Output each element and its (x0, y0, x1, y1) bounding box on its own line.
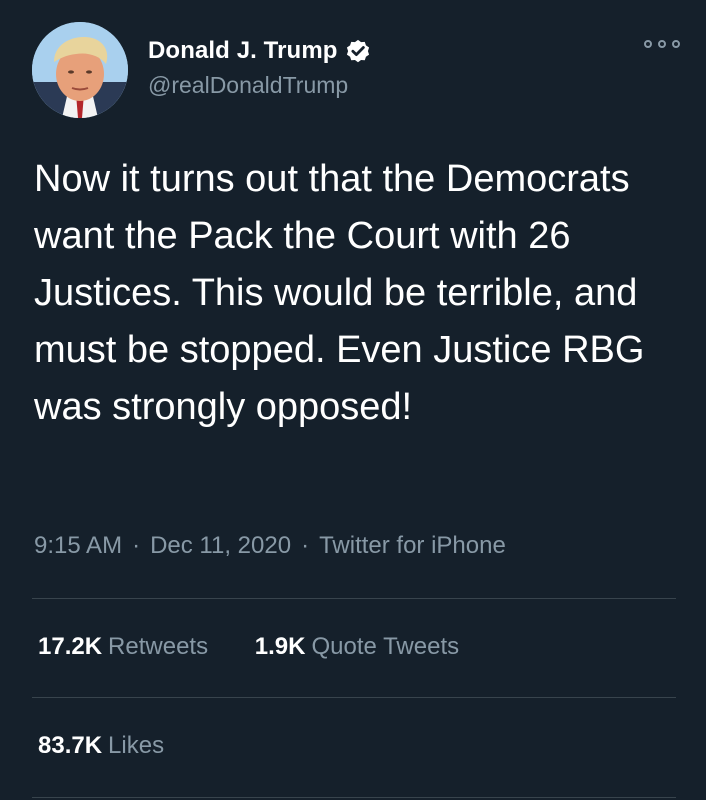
avatar[interactable] (32, 22, 128, 118)
tweet-card: Donald J. Trump @realDonaldTrump Now it … (0, 0, 706, 800)
likes-label: Likes (108, 732, 165, 759)
retweets-stat[interactable]: 17.2K Retweets (38, 633, 208, 661)
quote-tweets-label: Quote Tweets (311, 633, 460, 660)
likes-stat[interactable]: 83.7K Likes (38, 732, 164, 760)
quote-tweets-count: 1.9K (254, 633, 306, 660)
author-names: Donald J. Trump @realDonaldTrump (148, 36, 372, 99)
more-dot (672, 40, 680, 48)
tweet-date[interactable]: Dec 11, 2020 (150, 532, 291, 559)
meta-separator: · (132, 532, 141, 559)
divider (32, 598, 676, 599)
display-name-row: Donald J. Trump (148, 36, 372, 66)
divider (32, 797, 676, 798)
verified-badge-icon (344, 37, 372, 65)
more-dot (658, 40, 666, 48)
display-name[interactable]: Donald J. Trump (148, 37, 338, 65)
more-dot (644, 40, 652, 48)
quote-tweets-stat[interactable]: 1.9K Quote Tweets (255, 633, 459, 661)
retweets-label: Retweets (108, 633, 209, 660)
meta-separator: · (301, 532, 310, 559)
divider (32, 697, 676, 698)
likes-row: 83.7K Likes (38, 732, 164, 760)
stats-row: 17.2K Retweets 1.9K Quote Tweets (38, 633, 459, 661)
tweet-header: Donald J. Trump @realDonaldTrump (32, 22, 680, 122)
tweet-source[interactable]: Twitter for iPhone (319, 532, 506, 559)
tweet-text: Now it turns out that the Democrats want… (34, 158, 645, 428)
likes-count: 83.7K (38, 732, 103, 759)
more-options-icon[interactable] (644, 36, 680, 52)
tweet-time[interactable]: 9:15 AM (34, 532, 122, 559)
tweet-meta: 9:15 AM · Dec 11, 2020 · Twitter for iPhone (34, 532, 506, 560)
retweets-count: 17.2K (38, 633, 103, 660)
author-handle[interactable]: @realDonaldTrump (148, 72, 372, 99)
